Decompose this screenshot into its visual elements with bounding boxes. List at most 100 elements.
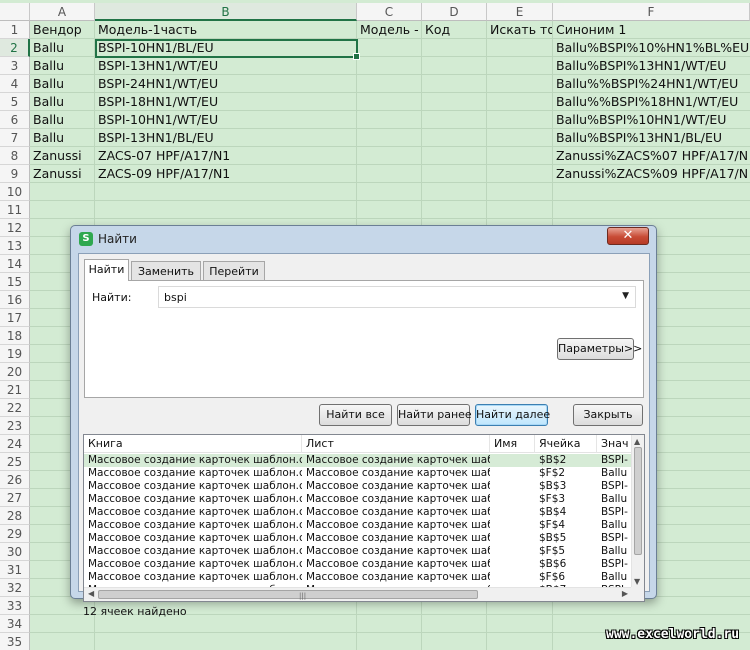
cell-model[interactable]: BSPI-13HN1/BL/EU xyxy=(96,129,356,147)
header-cell-model-1[interactable]: Модель-1часть xyxy=(96,21,356,39)
cell-synonym[interactable]: Zanussi%ZACS%07 HPF/A17/N1 xyxy=(554,147,749,165)
result-row[interactable]: Массовое создание карточек шаблон.csv Мас… xyxy=(84,532,632,545)
row-header-35[interactable]: 35 xyxy=(0,633,30,650)
result-row[interactable]: Массовое создание карточек шаблон.csv Мас… xyxy=(84,558,632,571)
column-header-sheet[interactable]: Лист xyxy=(302,435,490,453)
results-list[interactable]: Книга Лист Имя Ячейка Знач Массовое созд… xyxy=(83,434,645,602)
row-header-18[interactable]: 18 xyxy=(0,327,30,345)
header-cell-code[interactable]: Код xyxy=(423,21,486,39)
result-row[interactable]: Массовое создание карточек шаблон.csv Мас… xyxy=(84,545,632,558)
cell-model[interactable]: ZACS-09 HPF/A17/N1 xyxy=(96,165,356,183)
cell-vendor[interactable]: Ballu xyxy=(31,129,94,147)
cell-model[interactable]: BSPI-10HN1/WT/EU xyxy=(96,111,356,129)
options-button[interactable]: Параметры>> xyxy=(557,338,642,360)
scroll-left-icon[interactable]: ◀ xyxy=(88,589,94,598)
cell-vendor[interactable]: Ballu xyxy=(31,57,94,75)
cell-synonym[interactable]: Ballu%BSPI%10HN1/WT/EU xyxy=(554,111,749,129)
dialog-titlebar[interactable]: S Найти ✕ xyxy=(71,226,656,252)
row-header-21[interactable]: 21 xyxy=(0,381,30,399)
cell-synonym[interactable]: Ballu%BSPI%13HN1/WT/EU xyxy=(554,57,749,75)
result-row[interactable]: Массовое создание карточек шаблон.csv Мас… xyxy=(84,506,632,519)
row-header-16[interactable]: 16 xyxy=(0,291,30,309)
scroll-down-icon[interactable]: ▼ xyxy=(634,577,640,586)
row-header-28[interactable]: 28 xyxy=(0,507,30,525)
column-header-c[interactable]: C xyxy=(357,3,422,21)
row-header-10[interactable]: 10 xyxy=(0,183,30,201)
row-header-29[interactable]: 29 xyxy=(0,525,30,543)
cell-model[interactable]: ZACS-07 HPF/A17/N1 xyxy=(96,147,356,165)
row-header-15[interactable]: 15 xyxy=(0,273,30,291)
horizontal-scrollbar[interactable]: ◀ ||| ▶ xyxy=(84,587,632,601)
row-header-23[interactable]: 23 xyxy=(0,417,30,435)
cell-synonym[interactable]: Ballu%%BSPI%18HN1/WT/EU xyxy=(554,93,749,111)
row-header-32[interactable]: 32 xyxy=(0,579,30,597)
column-header-e[interactable]: E xyxy=(487,3,553,21)
row-header-20[interactable]: 20 xyxy=(0,363,30,381)
row-header-19[interactable]: 19 xyxy=(0,345,30,363)
row-header-12[interactable]: 12 xyxy=(0,219,30,237)
cell-synonym[interactable]: Zanussi%ZACS%09 HPF/A17/N1 xyxy=(554,165,749,183)
row-header-11[interactable]: 11 xyxy=(0,201,30,219)
tab-goto[interactable]: Перейти xyxy=(203,261,265,281)
row-header-8[interactable]: 8 xyxy=(0,147,30,165)
cell-model[interactable]: BSPI-18HN1/WT/EU xyxy=(96,93,356,111)
column-header-cell[interactable]: Ячейка xyxy=(535,435,597,453)
row-header-24[interactable]: 24 xyxy=(0,435,30,453)
result-row[interactable]: Массовое создание карточек шаблон.csv Мас… xyxy=(84,454,632,467)
find-input[interactable] xyxy=(164,288,604,306)
row-header-33[interactable]: 33 xyxy=(0,597,30,615)
cell-model[interactable]: BSPI-13HN1/WT/EU xyxy=(96,57,356,75)
cell-vendor[interactable]: Ballu xyxy=(31,111,94,129)
result-row[interactable]: Массовое создание карточек шаблон.csv Мас… xyxy=(84,467,632,480)
column-header-name[interactable]: Имя xyxy=(490,435,535,453)
cell-vendor[interactable]: Zanussi xyxy=(31,147,94,165)
row-header-17[interactable]: 17 xyxy=(0,309,30,327)
row-header-14[interactable]: 14 xyxy=(0,255,30,273)
select-all-corner[interactable] xyxy=(0,3,30,21)
result-row[interactable]: Массовое создание карточек шаблон.csv Мас… xyxy=(84,519,632,532)
header-cell-synonym-1[interactable]: Синоним 1 xyxy=(554,21,749,39)
cell-model[interactable]: BSPI-24HN1/WT/EU xyxy=(96,75,356,93)
scroll-thumb[interactable] xyxy=(634,447,642,555)
cell-synonym[interactable]: Ballu%BSPI%10%HN1%BL%EU xyxy=(554,39,749,57)
row-header-27[interactable]: 27 xyxy=(0,489,30,507)
scroll-right-icon[interactable]: ▶ xyxy=(622,589,628,598)
cell-vendor[interactable]: Ballu xyxy=(31,75,94,93)
row-header-31[interactable]: 31 xyxy=(0,561,30,579)
find-previous-button[interactable]: Найти ранее xyxy=(397,404,472,426)
active-cell-outline[interactable] xyxy=(95,39,360,60)
row-header-25[interactable]: 25 xyxy=(0,453,30,471)
result-row[interactable]: Массовое создание карточек шаблон.csv Мас… xyxy=(84,571,632,584)
row-header-34[interactable]: 34 xyxy=(0,615,30,633)
row-header-30[interactable]: 30 xyxy=(0,543,30,561)
row-header-7[interactable]: 7 xyxy=(0,129,30,147)
result-row[interactable]: Массовое создание карточек шаблон.csv Мас… xyxy=(84,493,632,506)
tab-replace[interactable]: Заменить xyxy=(131,261,201,281)
scroll-up-icon[interactable]: ▲ xyxy=(634,437,640,446)
vertical-scrollbar[interactable]: ▲ ▼ xyxy=(631,435,644,588)
row-header-6[interactable]: 6 xyxy=(0,111,30,129)
row-header-26[interactable]: 26 xyxy=(0,471,30,489)
cell-vendor[interactable]: Ballu xyxy=(31,93,94,111)
column-header-f[interactable]: F xyxy=(553,3,750,21)
cell-vendor[interactable]: Zanussi xyxy=(31,165,94,183)
chevron-down-icon[interactable]: ▼ xyxy=(622,291,629,301)
row-header-1[interactable]: 1 xyxy=(0,21,30,39)
row-header-4[interactable]: 4 xyxy=(0,75,30,93)
cell-vendor[interactable]: Ballu xyxy=(31,39,94,57)
row-header-3[interactable]: 3 xyxy=(0,57,30,75)
row-header-13[interactable]: 13 xyxy=(0,237,30,255)
column-header-a[interactable]: A xyxy=(30,3,95,21)
row-header-5[interactable]: 5 xyxy=(0,93,30,111)
result-row[interactable]: Массовое создание карточек шаблон.csv Мас… xyxy=(84,480,632,493)
close-icon[interactable]: ✕ xyxy=(607,227,649,245)
header-cell-vendor[interactable]: Вендор xyxy=(31,21,94,39)
cell-synonym[interactable]: Ballu%%BSPI%24HN1/WT/EU xyxy=(554,75,749,93)
scroll-thumb[interactable]: ||| xyxy=(98,590,478,600)
column-header-book[interactable]: Книга xyxy=(84,435,302,453)
find-combobox[interactable]: ▼ xyxy=(158,286,636,308)
column-header-value[interactable]: Знач xyxy=(597,435,632,453)
column-header-b[interactable]: B xyxy=(95,3,357,21)
find-all-button[interactable]: Найти все xyxy=(319,404,392,426)
tab-find[interactable]: Найти xyxy=(84,259,129,281)
